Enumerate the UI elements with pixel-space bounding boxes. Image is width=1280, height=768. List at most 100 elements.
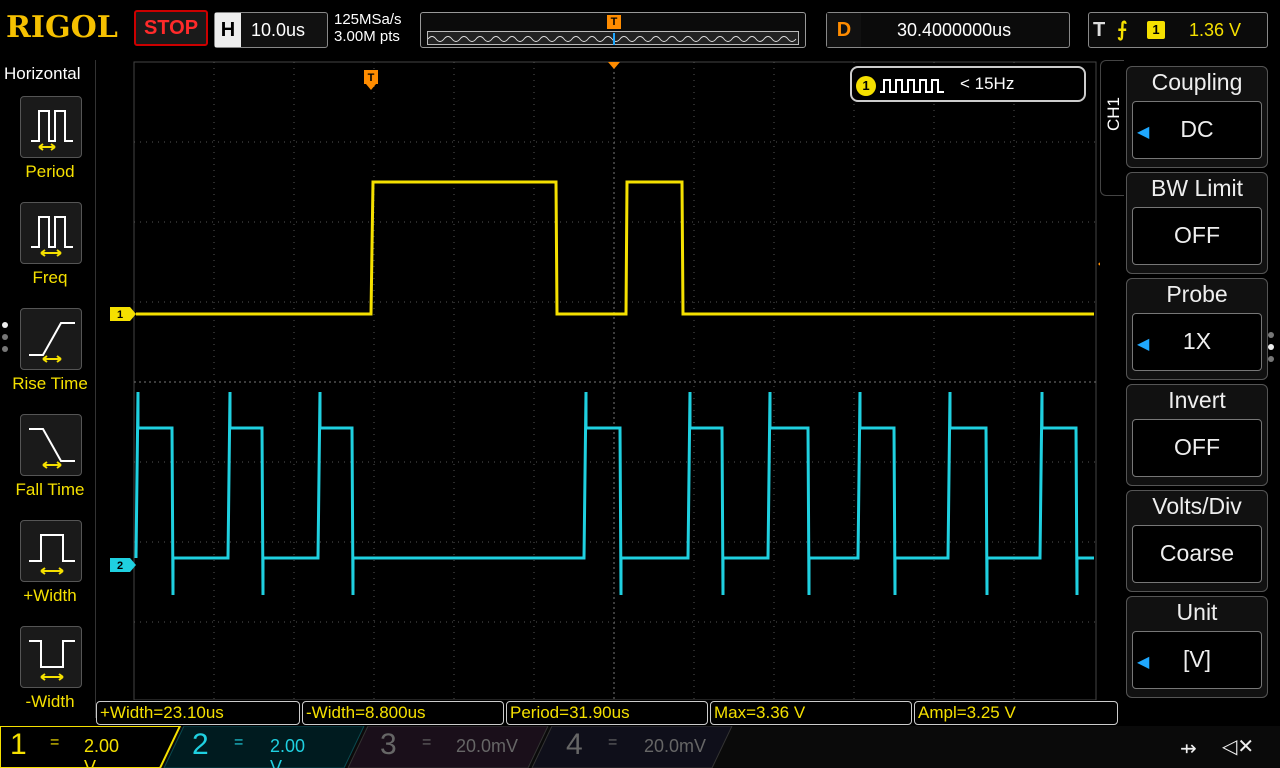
volts-div-value-box: Coarse xyxy=(1132,525,1262,583)
delay-box[interactable]: D 30.4000000us xyxy=(826,12,1070,48)
coupling-title: Coupling xyxy=(1151,69,1243,95)
measure-menu: Horizontal Period Freq Rise Time Fall Ti… xyxy=(0,60,96,718)
channel-4-number: 4 xyxy=(566,728,583,761)
measure-negative-width-label: -Width xyxy=(25,692,75,711)
measure-negative-width-item[interactable]: -Width xyxy=(0,626,96,726)
unit-value: [V] xyxy=(1182,646,1212,672)
measure-positive-width-label: +Width xyxy=(23,586,77,605)
overview-trigger-marker: T xyxy=(607,15,621,29)
measurement-positive-width[interactable]: +Width=23.10us xyxy=(96,701,300,725)
bw-limit-value-box: OFF xyxy=(1132,207,1262,265)
probe-value: 1X xyxy=(1182,328,1212,354)
measurement-amplitude[interactable]: Ampl=3.25 V xyxy=(914,701,1118,725)
bw-limit-title: BW Limit xyxy=(1151,175,1243,201)
volts-div-softkey[interactable]: Volts/Div Coarse xyxy=(1126,490,1268,592)
period-icon xyxy=(20,96,82,158)
measurement-max[interactable]: Max=3.36 V xyxy=(710,701,912,725)
sample-rate: 125MSa/s xyxy=(334,11,402,28)
overview-waveform xyxy=(427,33,797,45)
acquisition-info: 125MSa/s 3.00M pts xyxy=(334,11,402,45)
measurement-results-bar: +Width=23.10us -Width=8.800us Period=31.… xyxy=(96,700,1120,726)
bw-limit-value: OFF xyxy=(1174,222,1220,248)
memory-overview-bar[interactable]: T xyxy=(420,12,806,48)
channel-1-offset-marker: 1 xyxy=(110,307,136,321)
square-wave-icon xyxy=(880,79,944,93)
invert-value: OFF xyxy=(1174,434,1220,460)
overview-waveform-window xyxy=(427,31,799,45)
center-crosshair xyxy=(134,62,1096,700)
coupling-value-box: ◀ DC xyxy=(1132,101,1262,159)
top-status-bar: RIGOL STOP H 10.0us 125MSa/s 3.00M pts T… xyxy=(0,0,1280,60)
coupling-value: DC xyxy=(1180,116,1214,142)
channel-1-number: 1 xyxy=(10,728,27,761)
right-page-indicator xyxy=(1268,332,1274,368)
center-position-marker xyxy=(608,62,620,69)
unit-softkey[interactable]: Unit ◀ [V] xyxy=(1126,596,1268,698)
brand-logo: RIGOL xyxy=(6,10,118,45)
trigger-label: T xyxy=(1093,19,1106,41)
dc-coupling-icon: = xyxy=(234,734,244,751)
channel-1-scale: 2.00 V xyxy=(84,736,120,768)
left-page-indicator xyxy=(2,322,12,358)
horizontal-label: H xyxy=(215,13,241,47)
coupling-softkey[interactable]: Coupling ◀ DC xyxy=(1126,66,1268,168)
channel-2-trace xyxy=(134,391,1094,596)
delay-label: D xyxy=(827,13,861,47)
channel-4-scale: 20.0mV xyxy=(644,736,707,756)
trigger-box[interactable]: T ⨍ 1 1.36 V xyxy=(1088,12,1268,48)
measurement-negative-width[interactable]: -Width=8.800us xyxy=(302,701,504,725)
memory-depth: 3.00M pts xyxy=(334,28,400,45)
measure-frequency-item[interactable]: Freq xyxy=(0,202,96,302)
measure-rise-time-item[interactable]: Rise Time xyxy=(0,308,96,408)
probe-value-box: ◀ 1X xyxy=(1132,313,1262,371)
svg-text:T: T xyxy=(368,72,375,84)
trigger-level-value: 1.36 V xyxy=(1189,20,1242,40)
frequency-counter-channel: 1 xyxy=(856,76,876,96)
svg-text:1: 1 xyxy=(117,309,123,321)
run-stop-button[interactable]: STOP xyxy=(134,10,208,46)
horizontal-trigger-position-marker: T xyxy=(364,70,378,90)
measurement-period[interactable]: Period=31.90us xyxy=(506,701,708,725)
positive-width-icon xyxy=(20,520,82,582)
frequency-icon xyxy=(20,202,82,264)
channel-2-number: 2 xyxy=(192,728,209,761)
channel-1-trace xyxy=(136,180,1094,316)
measure-rise-time-label: Rise Time xyxy=(12,374,88,393)
channel-3-number: 3 xyxy=(380,728,397,761)
channel-3-scale: 20.0mV xyxy=(456,736,519,756)
invert-softkey[interactable]: Invert OFF xyxy=(1126,384,1268,486)
channel-status-bar: 1 = 2.00 V 2 = 2.00 V 3 = 20.0mV 4 = 20.… xyxy=(0,726,1280,768)
probe-softkey[interactable]: Probe ◀ 1X xyxy=(1126,278,1268,380)
channel-2-offset-marker: 2 xyxy=(110,558,136,572)
channel-2-scale: 2.00 V xyxy=(270,736,306,768)
timebase-value: 10.0us xyxy=(251,20,306,40)
usb-icon: ⇸ xyxy=(1180,738,1197,760)
frequency-counter: 1 < 15Hz xyxy=(850,66,1086,102)
measure-fall-time-item[interactable]: Fall Time xyxy=(0,414,96,514)
rising-edge-icon: ⨍ xyxy=(1117,19,1128,41)
rise-time-icon xyxy=(20,308,82,370)
frequency-counter-value: < 15Hz xyxy=(960,74,1015,93)
waveform-display[interactable]: T 1 2 xyxy=(96,60,1100,701)
invert-value-box: OFF xyxy=(1132,419,1262,477)
invert-title: Invert xyxy=(1168,387,1226,413)
channel-menu-tab-label: CH1 xyxy=(1104,96,1123,131)
bw-limit-softkey[interactable]: BW Limit OFF xyxy=(1126,172,1268,274)
channel-menu-tab[interactable]: CH1 xyxy=(1100,60,1124,196)
dc-coupling-icon: = xyxy=(608,734,618,751)
horizontal-timebase-box[interactable]: H 10.0us xyxy=(214,12,328,48)
measure-frequency-label: Freq xyxy=(32,268,68,287)
svg-text:2: 2 xyxy=(117,560,123,572)
measure-positive-width-item[interactable]: +Width xyxy=(0,520,96,620)
volts-div-title: Volts/Div xyxy=(1152,493,1242,519)
measure-menu-title: Horizontal xyxy=(4,64,81,83)
measure-period-item[interactable]: Period xyxy=(0,96,96,196)
sound-muted-icon[interactable]: ◁✕ xyxy=(1222,734,1254,759)
fall-time-icon xyxy=(20,414,82,476)
unit-title: Unit xyxy=(1176,599,1218,625)
dc-coupling-icon: = xyxy=(50,734,60,751)
negative-width-icon xyxy=(20,626,82,688)
dc-coupling-icon: = xyxy=(422,734,432,751)
measure-fall-time-label: Fall Time xyxy=(15,480,85,499)
graticule: T 1 2 xyxy=(110,61,1097,701)
